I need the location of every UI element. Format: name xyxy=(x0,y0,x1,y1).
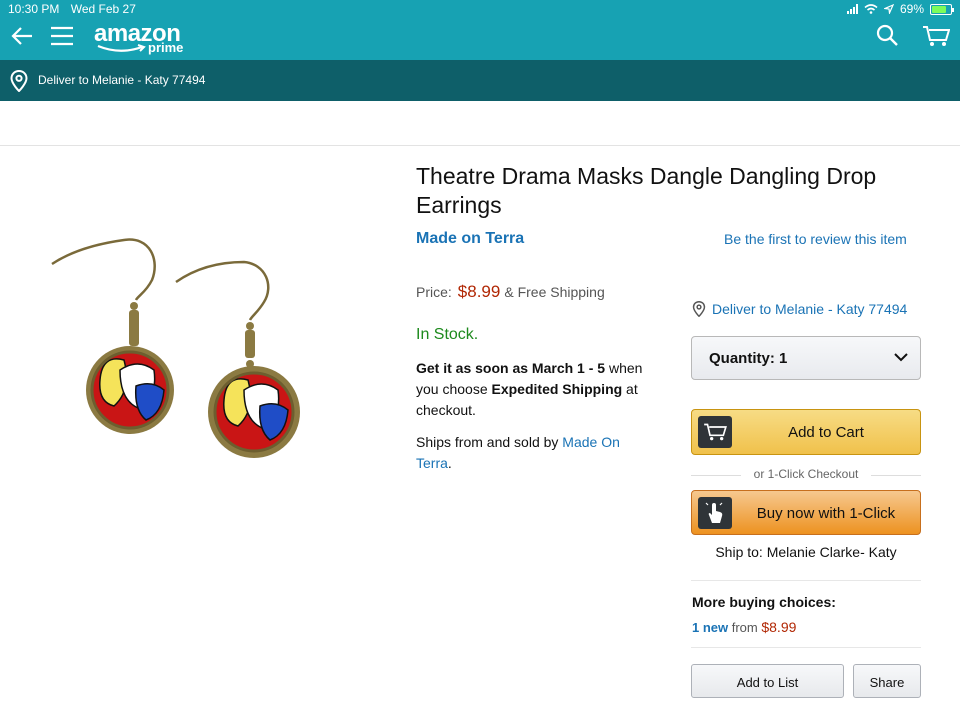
buy-now-label: Buy now with 1-Click xyxy=(756,505,896,522)
ships-from-suffix: . xyxy=(447,455,452,471)
product-title: Theatre Drama Masks Dangle Dangling Drop… xyxy=(416,163,877,218)
location-pin-icon xyxy=(692,301,706,317)
ships-from-prefix: Ships from and sold by xyxy=(416,434,563,450)
cart-icon xyxy=(698,416,732,448)
battery-percent: 69% xyxy=(899,2,924,16)
offers-from-text: from xyxy=(728,620,762,635)
buybox-deliver-link[interactable]: Deliver to Melanie - Katy 77494 xyxy=(692,301,907,317)
cart-icon[interactable] xyxy=(922,24,950,48)
share-button[interactable]: Share xyxy=(853,664,921,698)
search-icon[interactable] xyxy=(876,24,898,46)
quantity-value: Quantity: 1 xyxy=(709,350,788,367)
tap-hand-icon xyxy=(698,497,732,529)
brand-link[interactable]: Made on Terra xyxy=(416,230,524,248)
status-time: 10:30 PM xyxy=(8,2,60,16)
add-to-cart-button[interactable]: Add to Cart xyxy=(691,409,921,455)
smile-arrow-icon xyxy=(97,44,146,52)
quantity-select[interactable]: Quantity: 1 xyxy=(691,336,921,380)
location-pin-icon xyxy=(10,70,28,92)
divider xyxy=(691,647,921,648)
ship-to-text[interactable]: Ship to: Melanie Clarke- Katy xyxy=(691,544,921,560)
delivery-estimate: Get it as soon as March 1 - 5 when you c… xyxy=(416,358,656,421)
price-label: Price: xyxy=(416,284,452,300)
status-bar: 10:30 PM Wed Feb 27 69% xyxy=(8,2,954,18)
hamburger-menu-icon[interactable] xyxy=(50,24,74,48)
logo-prime: prime xyxy=(148,40,184,55)
price-row: Price: $8.99 & Free Shipping xyxy=(416,282,605,302)
buy-now-button[interactable]: Buy now with 1-Click xyxy=(691,490,921,535)
new-offers-link[interactable]: 1 new xyxy=(692,620,728,635)
amazon-prime-logo[interactable]: amazon prime xyxy=(94,22,183,56)
location-arrow-icon xyxy=(883,4,894,14)
shipping-text: & Free Shipping xyxy=(504,284,605,300)
buybox-deliver-text: Deliver to Melanie - Katy 77494 xyxy=(712,301,908,317)
add-to-list-button[interactable]: Add to List xyxy=(691,664,844,698)
delivery-date: Get it as soon as March 1 - 5 xyxy=(416,360,606,376)
review-link[interactable]: Be the first to review this item xyxy=(724,231,907,247)
deliver-to-bar[interactable]: Deliver to Melanie - Katy 77494 xyxy=(0,60,960,101)
divider xyxy=(691,580,921,581)
more-buying-choices-title: More buying choices: xyxy=(692,594,836,610)
back-arrow-icon[interactable] xyxy=(10,24,34,48)
divider xyxy=(0,145,960,146)
wifi-icon xyxy=(864,4,878,14)
ships-from: Ships from and sold by Made On Terra. xyxy=(416,432,656,474)
add-to-cart-label: Add to Cart xyxy=(788,424,864,441)
deliver-to-text: Deliver to Melanie - Katy 77494 xyxy=(38,73,206,87)
chevron-down-icon xyxy=(894,353,908,362)
price-value: $8.99 xyxy=(457,282,501,301)
delivery-method: Expedited Shipping xyxy=(491,381,623,397)
product-image[interactable] xyxy=(40,230,320,470)
more-buying-choices-offer[interactable]: 1 new from $8.99 xyxy=(692,619,796,635)
offers-from-price: $8.99 xyxy=(761,619,797,635)
status-date: Wed Feb 27 xyxy=(70,2,136,16)
app-header: 10:30 PM Wed Feb 27 69% amazon prime xyxy=(0,0,960,60)
battery-icon xyxy=(930,3,954,15)
signal-icon xyxy=(846,4,858,14)
stock-status: In Stock. xyxy=(416,326,479,343)
one-click-separator: or 1-Click Checkout xyxy=(691,467,921,483)
